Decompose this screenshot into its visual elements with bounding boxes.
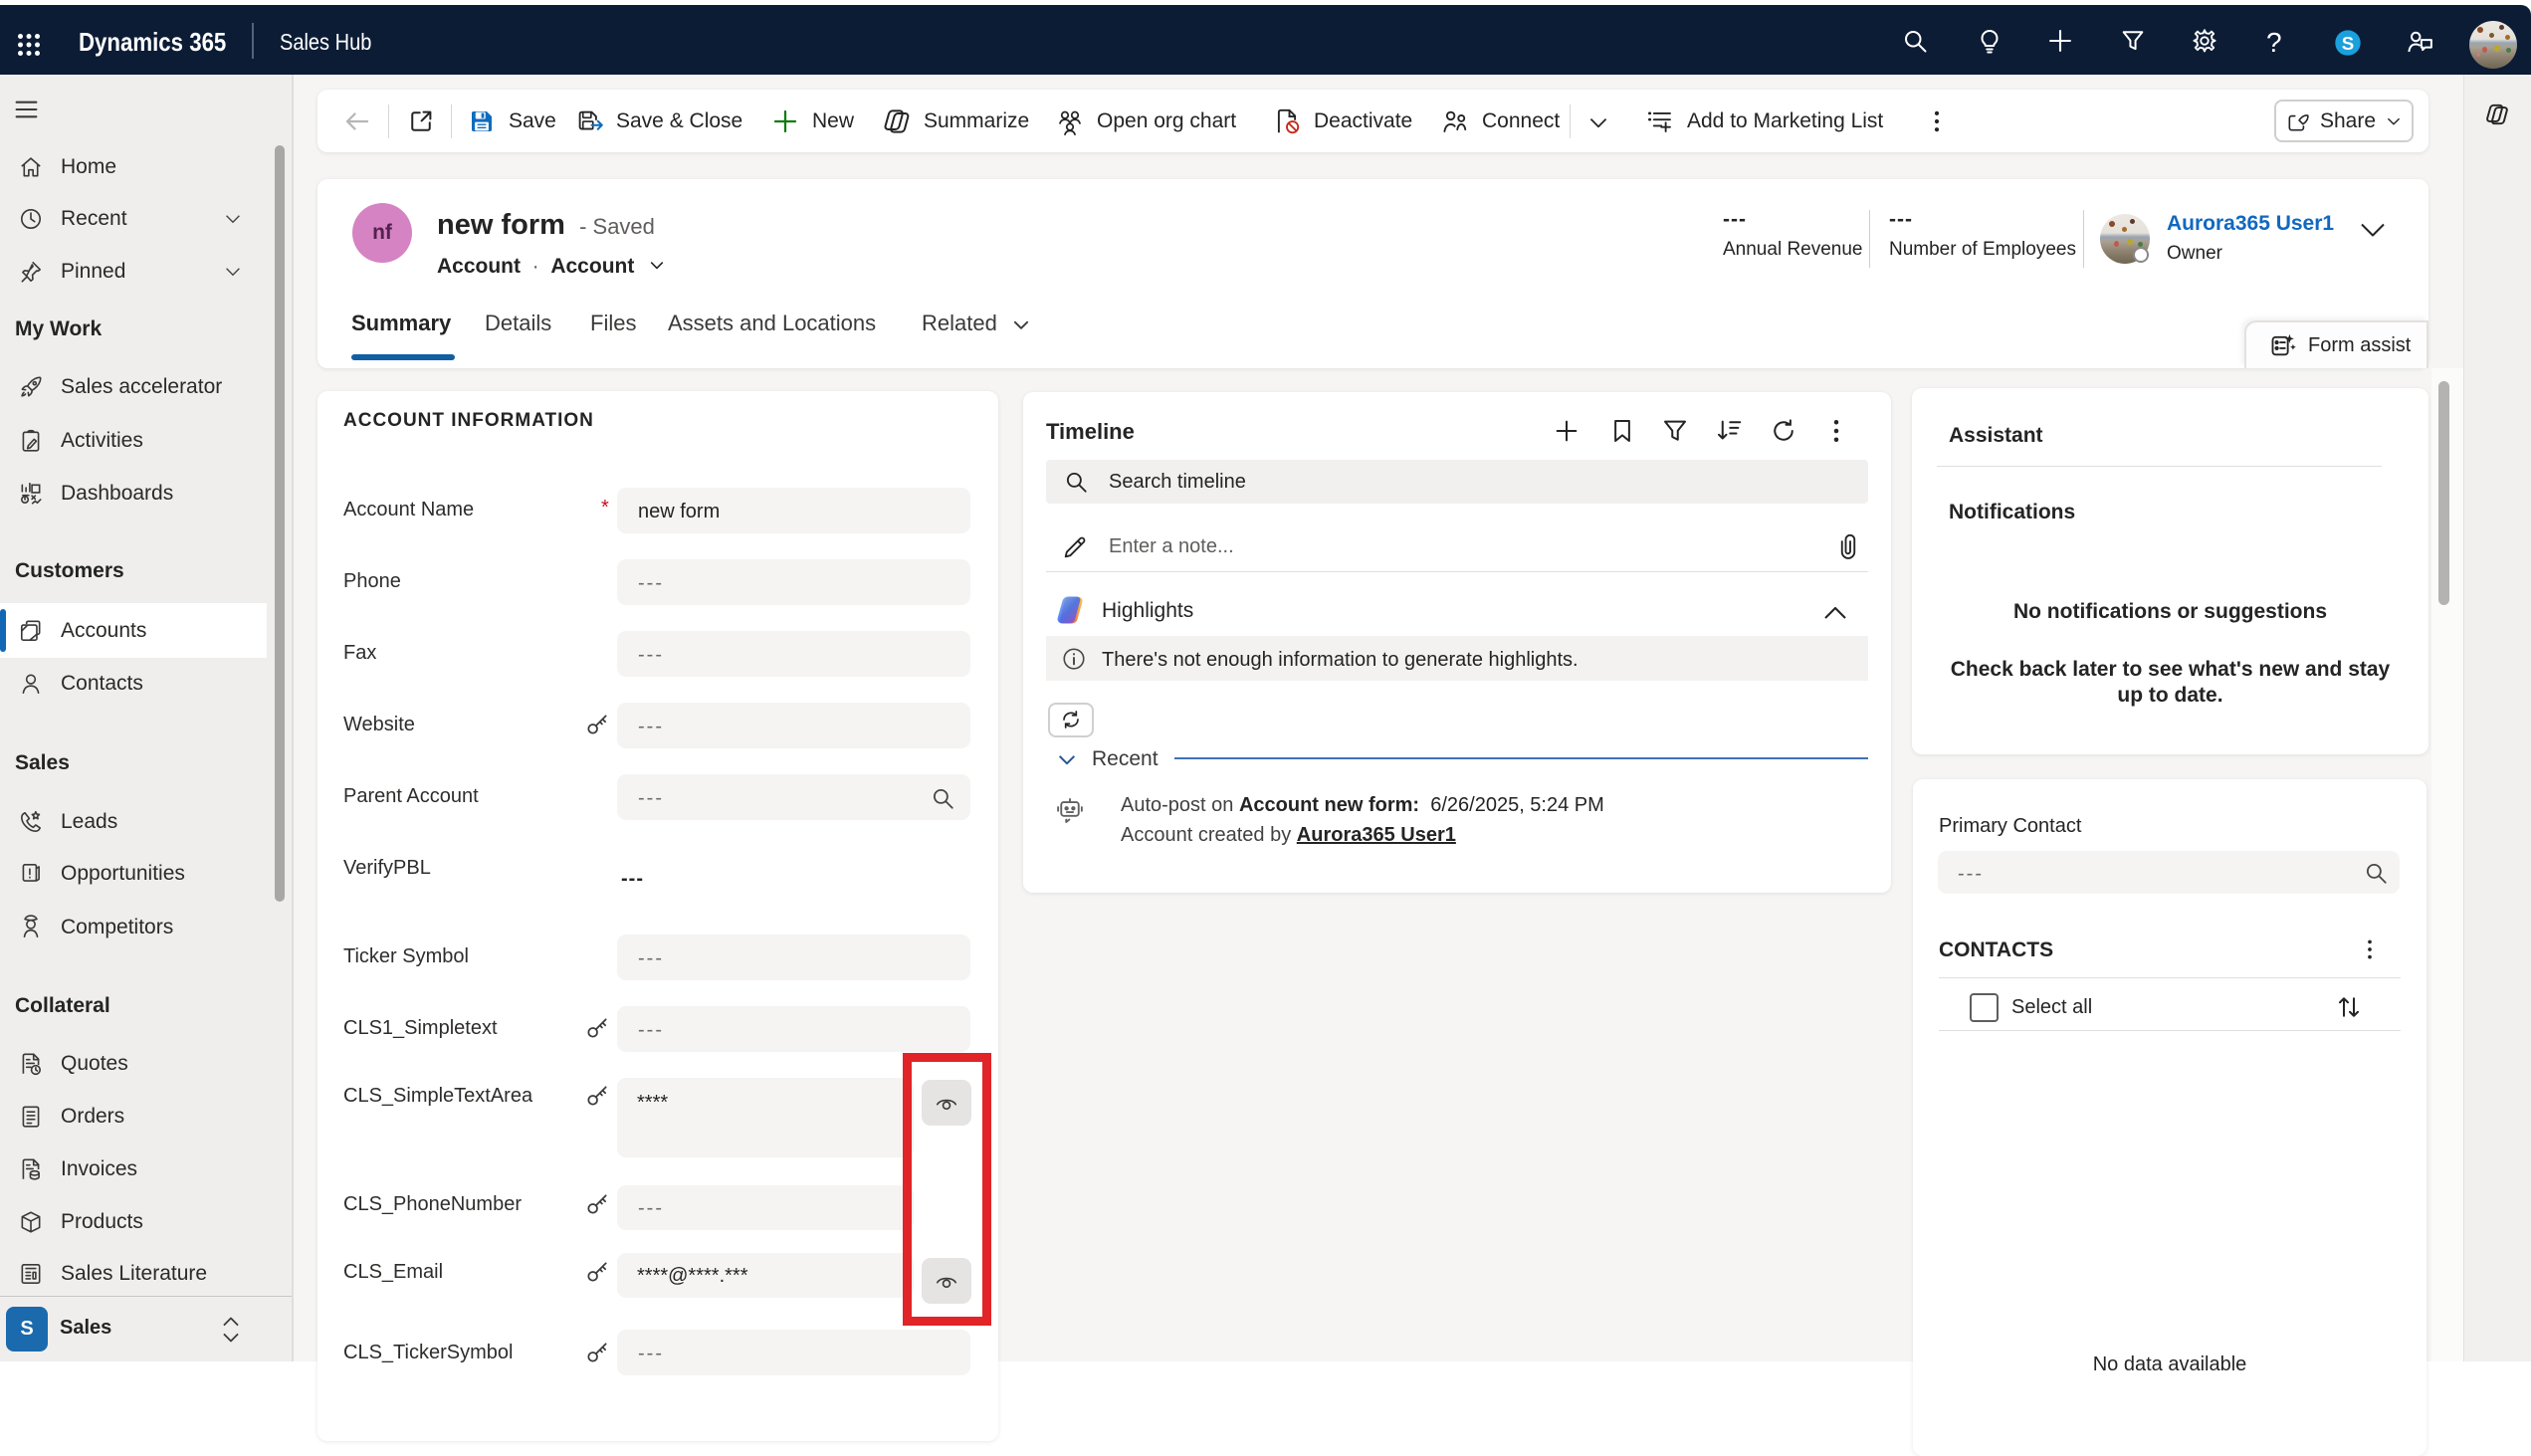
svg-text:S: S bbox=[2342, 33, 2354, 54]
